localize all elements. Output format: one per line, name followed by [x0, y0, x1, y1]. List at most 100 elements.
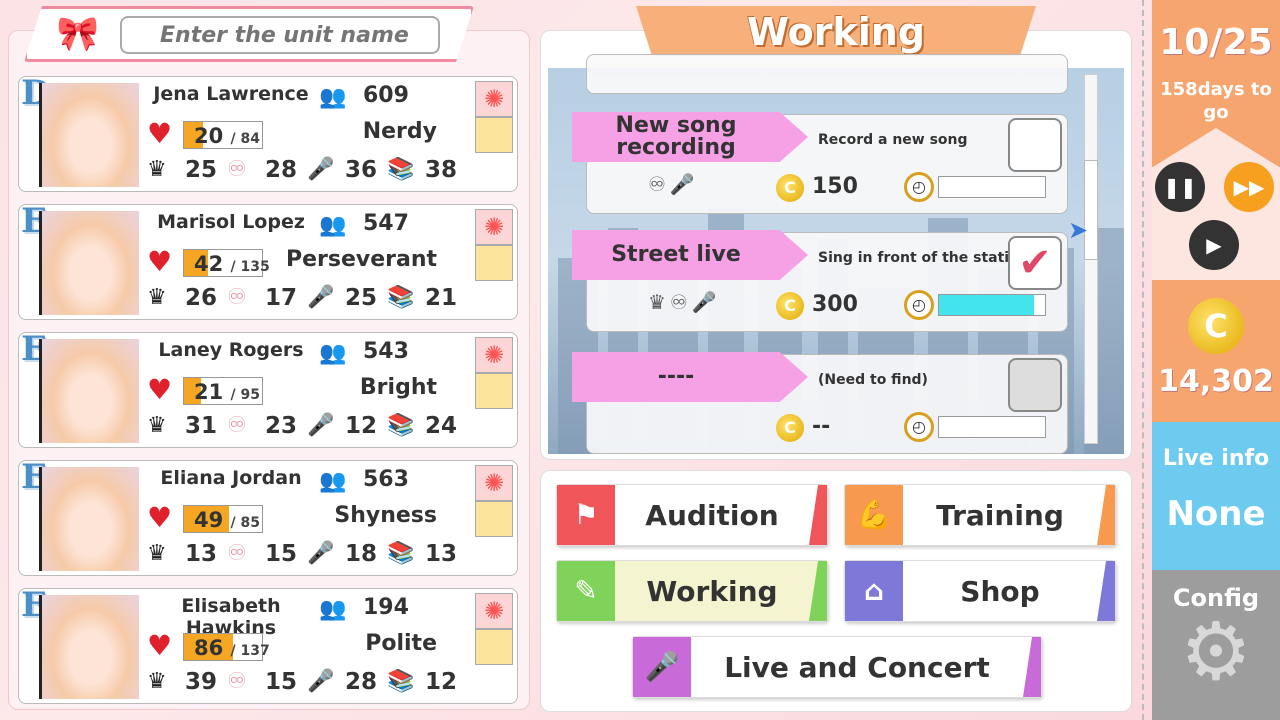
- fan-count: 563: [363, 467, 409, 492]
- condition-slot: [475, 373, 513, 409]
- member-card[interactable]: E Laney Rogers 👥 543 ♥ 21 / 95 Bright ✺ …: [18, 329, 518, 448]
- member-portrait: [39, 211, 139, 315]
- heart-icon: ♥: [147, 373, 173, 406]
- vocal-icon: ♛: [147, 669, 167, 694]
- sun-icon: ✺: [475, 81, 513, 117]
- fan-count: 543: [363, 339, 409, 364]
- dance-icon: ♾: [227, 541, 247, 566]
- stat-value: 12: [425, 669, 458, 695]
- member-trait: Shyness: [334, 503, 437, 528]
- condition-slot: [475, 117, 513, 153]
- fans-icon: 👥: [319, 597, 347, 622]
- member-trait: Nerdy: [362, 119, 437, 144]
- date-display: 10/25: [1159, 22, 1273, 63]
- member-portrait: [39, 595, 139, 699]
- sun-icon: ✺: [475, 465, 513, 501]
- audition-stripe: [809, 485, 827, 545]
- dance-icon: ♾: [227, 157, 247, 182]
- muscle-icon: 💪: [845, 485, 903, 545]
- time-fill: [939, 295, 1035, 315]
- microphone-icon: 🎤: [307, 669, 335, 694]
- panel-title: Working: [747, 10, 925, 54]
- training-button[interactable]: 💪 Training: [844, 484, 1116, 546]
- job-checkbox[interactable]: [1008, 118, 1062, 172]
- vocal-icon: ♛: [147, 285, 167, 310]
- working-button[interactable]: ✎ Working: [556, 560, 828, 622]
- live-info-value: None: [1166, 494, 1266, 534]
- member-card[interactable]: E Elisabeth Hawkins 👥 194 ♥ 86 / 137 Pol…: [18, 585, 518, 704]
- condition-slot: [475, 629, 513, 665]
- work-desk-icon: ✎: [557, 561, 615, 621]
- fan-count: 547: [363, 211, 409, 236]
- job-name: Street live: [572, 230, 808, 280]
- fast-forward-icon[interactable]: ▶▶: [1224, 162, 1274, 212]
- stat-value: 13: [185, 541, 218, 567]
- stat-value: 38: [425, 157, 458, 183]
- vocal-icon: ♛: [147, 541, 167, 566]
- coin-icon: C: [776, 174, 804, 202]
- shop-stripe: [1097, 561, 1115, 621]
- clock-icon: ◴: [904, 290, 934, 320]
- coin-icon: C: [776, 292, 804, 320]
- member-card[interactable]: D Jena Lawrence 👥 609 ♥ 20 / 84 Nerdy ✺ …: [18, 73, 518, 192]
- stat-value: 13: [425, 541, 458, 567]
- microphone-icon: 🎤: [307, 285, 335, 310]
- job-name: ----: [572, 352, 808, 402]
- stat-value: 25: [345, 285, 378, 311]
- stamina-text: 21 / 95: [194, 380, 261, 404]
- member-name: Eliana Jordan: [160, 467, 302, 489]
- live-concert-label: Live and Concert: [724, 651, 990, 684]
- books-icon: 📚: [387, 285, 415, 310]
- heart-icon: ♥: [147, 117, 173, 150]
- job-name: New song recording: [572, 112, 808, 162]
- stat-value: 25: [185, 157, 218, 183]
- cursor-icon: ➤: [1068, 216, 1089, 244]
- job-checkbox-checked[interactable]: ✔: [1008, 236, 1062, 290]
- member-portrait: [39, 339, 139, 443]
- microphone-icon: 🎤: [633, 637, 691, 697]
- coin-icon: C: [1188, 298, 1244, 354]
- job-partial: [586, 54, 1068, 94]
- stat-value: 28: [345, 669, 378, 695]
- play-icon[interactable]: ▶: [1189, 220, 1239, 270]
- member-card[interactable]: E Marisol Lopez 👥 547 ♥ 42 / 135 Perseve…: [18, 201, 518, 320]
- member-name: Marisol Lopez: [157, 211, 305, 233]
- stamina-text: 49 / 85: [194, 508, 261, 532]
- clock-icon: ◴: [904, 172, 934, 202]
- stamina-text: 42 / 135: [194, 252, 270, 276]
- member-card[interactable]: E Eliana Jordan 👥 563 ♥ 49 / 85 Shyness …: [18, 457, 518, 576]
- heart-icon: ♥: [147, 501, 173, 534]
- heart-icon: ♥: [147, 245, 173, 278]
- coin-icon: C: [776, 414, 804, 442]
- dance-icon: ♾: [227, 669, 247, 694]
- stamina-text: 20 / 84: [194, 124, 261, 148]
- member-trait: Perseverant: [285, 247, 437, 272]
- shop-label: Shop: [960, 575, 1040, 608]
- job-cost: 300: [812, 292, 858, 317]
- stat-value: 18: [345, 541, 378, 567]
- time-bar: [938, 294, 1046, 316]
- scrollbar-thumb[interactable]: [1084, 160, 1098, 260]
- stat-value: 24: [425, 413, 458, 439]
- stat-value: 26: [185, 285, 218, 311]
- sun-icon: ✺: [475, 337, 513, 373]
- stat-value: 17: [265, 285, 298, 311]
- pause-icon[interactable]: ❚❚: [1155, 162, 1205, 212]
- books-icon: 📚: [387, 541, 415, 566]
- audition-button[interactable]: ⚑ Audition: [556, 484, 828, 546]
- live-concert-button[interactable]: 🎤 Live and Concert: [632, 636, 1042, 698]
- job-checkbox[interactable]: [1008, 358, 1062, 412]
- dance-icon: ♾: [227, 413, 247, 438]
- stat-value: 15: [265, 541, 298, 567]
- fans-icon: 👥: [319, 469, 347, 494]
- job-description: Sing in front of the station: [818, 250, 1029, 266]
- member-trait: Polite: [365, 631, 437, 656]
- stat-value: 39: [185, 669, 218, 695]
- shop-button[interactable]: ⌂ Shop: [844, 560, 1116, 622]
- member-trait: Bright: [359, 375, 437, 400]
- microphone-icon: 🎤: [307, 413, 335, 438]
- stamina-text: 86 / 137: [194, 636, 270, 660]
- vocal-icon: ♛: [147, 413, 167, 438]
- unit-name-input[interactable]: [120, 16, 440, 54]
- stamina-bar: 42 / 135: [183, 249, 270, 277]
